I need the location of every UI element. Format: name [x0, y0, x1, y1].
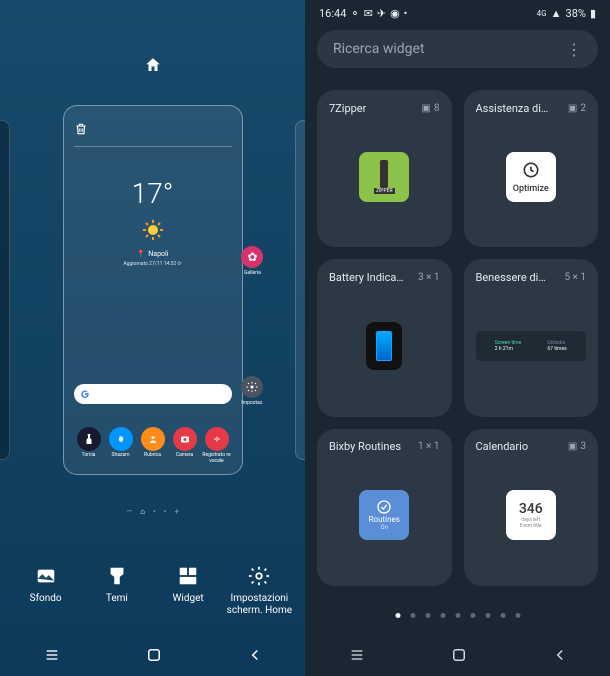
action-themes[interactable]: Temi: [82, 565, 152, 616]
weather-widget[interactable]: 17° 📍 Napoli Aggiornato 27/11 14:52 ⟳: [74, 177, 232, 267]
battery-text: 38%: [566, 7, 586, 20]
page-dot: [425, 613, 430, 618]
status-bar: 16:44 ⚬ ✉ ✈ ◉ • 4G ▲ 38% ▮: [305, 2, 610, 24]
app-galleria[interactable]: ✿Galleria: [241, 246, 263, 276]
google-search-bar[interactable]: [74, 384, 232, 404]
sun-icon: [141, 218, 165, 242]
themes-icon: [106, 565, 128, 587]
page-dash: —: [126, 507, 132, 516]
action-home-settings[interactable]: Impostazioni scherm. Home: [224, 565, 294, 616]
dock-item-camera[interactable]: Camera: [170, 427, 200, 464]
widgets-icon: [177, 565, 199, 587]
panel-prev[interactable]: [0, 120, 10, 460]
widget-search[interactable]: Ricerca widget ⋮: [317, 30, 598, 68]
dock-item-rubrica[interactable]: Rubrica: [138, 427, 168, 464]
dock-item-torcia[interactable]: Torcia: [74, 427, 104, 464]
nav-back[interactable]: [551, 646, 569, 664]
location-text: Napoli: [148, 250, 168, 258]
widget-card-calendario[interactable]: Calendario▣3 346days leftEvent title: [464, 429, 599, 586]
search-placeholder: Ricerca widget: [333, 41, 425, 57]
battery-icon: ▮: [590, 7, 596, 20]
battery-preview-icon: [366, 322, 402, 370]
widget-card-assistenza[interactable]: Assistenza di…▣2 Optimize: [464, 90, 599, 247]
stack-icon: ▣: [568, 441, 577, 452]
delete-panel-button[interactable]: [74, 116, 232, 147]
nav-home[interactable]: [145, 646, 163, 664]
flashlight-icon: [77, 427, 101, 451]
notification-dot-icon: •: [404, 7, 408, 20]
page-dot: [485, 613, 490, 618]
signal-icon: ▲: [551, 7, 562, 20]
widget-card-battery[interactable]: Battery Indica…3 × 1: [317, 259, 452, 416]
page-dot: [440, 613, 445, 618]
dock-row: Torcia Shazam Rubrica Camera Registrato …: [74, 427, 232, 464]
contacts-icon: [141, 427, 165, 451]
action-widgets[interactable]: Widget: [153, 565, 223, 616]
message-icon: ✉: [364, 7, 373, 20]
nav-bar: [305, 634, 610, 676]
more-icon[interactable]: ⋮: [566, 40, 582, 59]
optimize-icon: [521, 160, 541, 180]
page-add: +: [174, 507, 179, 516]
widget-grid: 7Zipper▣8 ZIPPER Assistenza di…▣2 Optimi…: [317, 90, 598, 586]
adjacent-panel-peek: ✿Galleria Impostaz.: [241, 246, 263, 406]
trash-icon: [74, 122, 88, 136]
optimize-preview: Optimize: [506, 152, 556, 202]
widget-page-indicator[interactable]: [395, 613, 520, 618]
status-time: 16:44: [319, 7, 346, 20]
widget-card-bixby[interactable]: Bixby Routines1 × 1 RoutinesOn: [317, 429, 452, 586]
stack-icon: ▣: [568, 103, 577, 114]
wallpaper-icon: [35, 565, 57, 587]
google-icon: [80, 389, 90, 399]
settings-icon: [248, 565, 270, 587]
widget-picker-screen: 16:44 ⚬ ✉ ✈ ◉ • 4G ▲ 38% ▮ Ricerca widge…: [305, 0, 610, 676]
panel-current[interactable]: 17° 📍 Napoli Aggiornato 27/11 14:52 ⟳ To…: [63, 105, 243, 475]
stack-icon: ▣: [421, 103, 430, 114]
calendar-preview: 346days leftEvent title: [506, 490, 556, 540]
action-wallpaper[interactable]: Sfondo: [11, 565, 81, 616]
page-dot: [500, 613, 505, 618]
check-circle-icon: [376, 499, 392, 515]
widget-card-benessere[interactable]: Benessere di…5 × 1 Screen time2 h 21m Un…: [464, 259, 599, 416]
nav-bar: [0, 634, 305, 676]
nav-back[interactable]: [246, 646, 264, 664]
temperature: 17°: [74, 177, 232, 210]
page-dot: [515, 613, 520, 618]
homescreen-panels: 17° 📍 Napoli Aggiornato 27/11 14:52 ⟳ To…: [0, 100, 305, 480]
whatsapp-icon: ⚬: [350, 7, 359, 20]
voice-recorder-icon: [205, 427, 229, 451]
page-home-icon: ⌂: [140, 507, 145, 516]
dock-item-shazam[interactable]: Shazam: [106, 427, 136, 464]
page-dot: •: [153, 507, 156, 516]
nav-home[interactable]: [450, 646, 468, 664]
nav-recents[interactable]: [42, 647, 62, 663]
wellbeing-preview: Screen time2 h 21m Unlocks67 times: [476, 331, 586, 361]
network-icon: 4G: [537, 9, 547, 18]
page-dot: [410, 613, 415, 618]
widget-card-7zipper[interactable]: 7Zipper▣8 ZIPPER: [317, 90, 452, 247]
updated-text: Aggiornato 27/11 14:52 ⟳: [74, 261, 232, 267]
page-dot: [470, 613, 475, 618]
dock-item-recorder[interactable]: Registrato re vocale: [202, 427, 232, 464]
routines-preview: RoutinesOn: [359, 490, 409, 540]
edit-actions-row: Sfondo Temi Widget Impostazioni scherm. …: [0, 565, 305, 616]
telegram-icon: ✈: [377, 7, 386, 20]
messenger-icon: ◉: [390, 7, 400, 20]
camera-icon: [173, 427, 197, 451]
location-pin-icon: 📍: [137, 250, 146, 258]
page-indicator[interactable]: — ⌂ • • +: [126, 507, 179, 516]
app-settings[interactable]: Impostaz.: [241, 376, 263, 406]
page-dot: [395, 613, 400, 618]
page-dot: [455, 613, 460, 618]
gear-icon: [241, 376, 263, 398]
home-icon[interactable]: [144, 56, 162, 74]
zipper-preview-icon: ZIPPER: [359, 152, 409, 202]
nav-recents[interactable]: [347, 647, 367, 663]
gallery-icon: ✿: [241, 246, 263, 268]
home-edit-screen: 17° 📍 Napoli Aggiornato 27/11 14:52 ⟳ To…: [0, 0, 305, 676]
location-row: 📍 Napoli: [74, 250, 232, 258]
shazam-icon: [109, 427, 133, 451]
page-dot: •: [164, 507, 167, 516]
